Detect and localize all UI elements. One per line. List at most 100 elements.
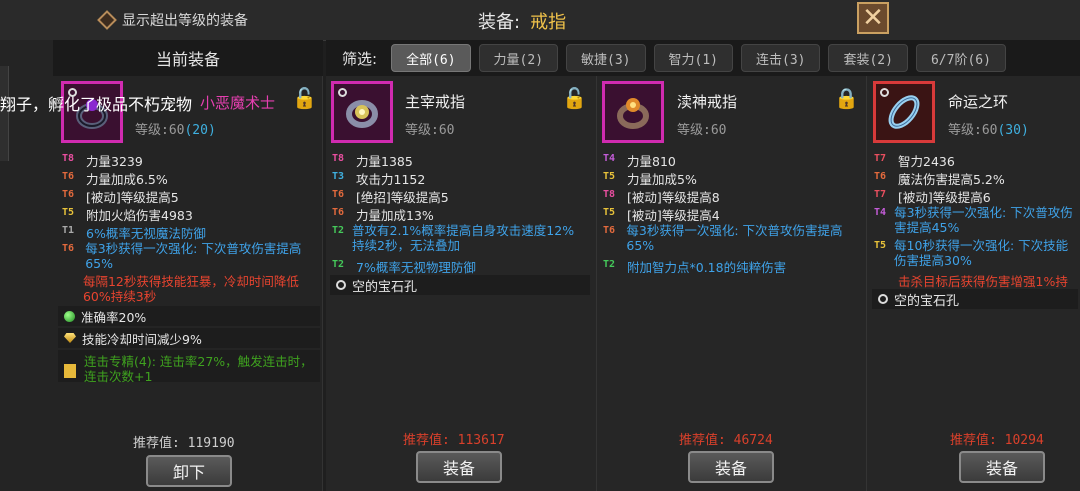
ring-icon (617, 98, 649, 129)
stat-text: 普攻有2.1%概率提高自身攻击速度12%持续2秒，无法叠加 (352, 223, 575, 253)
set-book-icon (64, 364, 76, 378)
current-stat-0: T8 力量3239 (62, 151, 143, 170)
unequip-button[interactable]: 卸下 (146, 455, 232, 487)
stat-tier: T6 (332, 189, 345, 200)
stat-tier: T3 (332, 171, 345, 182)
current-level-bonus: (20) (184, 123, 216, 138)
stat-tier: T6 (62, 189, 75, 200)
stat-text: 7%概率无视物理防御 (356, 260, 476, 275)
filter-bar: 筛选: 全部(6) 力量(2) 敏捷(3) 智力(1) 连击(3) 套装(2) … (326, 40, 1080, 76)
stat-text: 每3秒获得一次强化: 下次普攻伤害提高65% (626, 223, 843, 253)
show-higher-level-toggle[interactable]: 显示超出等级的装备 (97, 10, 248, 30)
gem-row-accuracy[interactable]: 准确率20% (58, 306, 320, 326)
stat-tier: T6 (62, 171, 75, 182)
stat-tier: T1 (62, 225, 75, 236)
current-stat-2: T6 [被动]等级提高5 (62, 187, 179, 206)
unlock-icon[interactable]: 🔓 (562, 86, 587, 110)
stat-text: 力量加成5% (627, 172, 697, 187)
stat-text: [绝招]等级提高5 (356, 190, 449, 205)
stat-tier: T5 (62, 207, 75, 218)
current-stat-3: T5 附加火焰伤害4983 (62, 205, 193, 224)
current-item-level: 等级:60(20) (135, 119, 216, 138)
current-stat-5: T6 每3秒获得一次强化: 下次普攻伤害提高65% (62, 241, 317, 271)
card3-equip-button[interactable]: 装备 (959, 451, 1045, 483)
card3-name: 命运之环 (948, 93, 1009, 111)
stat-text: 力量加成6.5% (86, 172, 168, 187)
stat-text: 每3秒获得一次强化: 下次普攻伤害提高65% (85, 241, 302, 271)
stat-tier: T8 (603, 189, 616, 200)
current-stat-4: T1 6%概率无视魔法防御 (62, 223, 206, 242)
page-title: 装备: 戒指 (478, 8, 566, 34)
card2-name: 渎神戒指 (677, 93, 738, 111)
ring-icon (888, 95, 920, 129)
card3-item-icon[interactable] (873, 81, 935, 143)
unlock-icon[interactable]: 🔓 (292, 86, 317, 110)
title-value: 戒指 (530, 12, 567, 33)
stat-tier: T4 (603, 153, 616, 164)
card1-item-icon[interactable] (331, 81, 393, 143)
stat-text: 击杀目标后获得伤害增强1%持 (898, 274, 1068, 289)
stat-text: 每3秒获得一次强化: 下次普攻伤害提高45% (894, 205, 1073, 235)
gem-row-cooldown[interactable]: 技能冷却时间减少9% (58, 328, 320, 348)
filter-set[interactable]: 套装(2) (828, 44, 908, 72)
diamond-checkbox-icon[interactable] (97, 10, 117, 30)
card2-stat-5: T2 附加智力点*0.18的纯粹伤害 (603, 257, 786, 276)
stat-text: 每10秒获得一次强化: 下次技能伤害提高30% (894, 238, 1069, 268)
filter-intellect[interactable]: 智力(1) (653, 44, 733, 72)
close-x-icon[interactable]: ✕ (862, 5, 884, 31)
stat-tier: T5 (874, 240, 887, 251)
filter-combo[interactable]: 连击(3) (741, 44, 821, 72)
stat-tier: T6 (603, 225, 616, 236)
stat-tier: T2 (603, 259, 616, 270)
filter-tier[interactable]: 6/7阶(6) (915, 44, 1006, 72)
ring-icon (346, 100, 378, 128)
set-bonus-row: 连击专精(4): 连击率27%，触发连击时，连击次数+1 (58, 350, 320, 384)
card2-level: 等级:60 (677, 123, 727, 138)
broadcast-message: 翔子，孵化了极品不朽宠物 (0, 95, 193, 114)
card2-stat-2: T8 [被动]等级提高8 (603, 187, 720, 206)
stat-text: 力量加成13% (356, 208, 434, 223)
show-higher-level-label: 显示超出等级的装备 (122, 13, 248, 29)
card2-item-icon[interactable] (602, 81, 664, 143)
socket-text: 空的宝石孔 (352, 279, 418, 295)
stat-tier: T6 (332, 207, 345, 218)
stat-tier: T8 (62, 153, 75, 164)
stat-text: [被动]等级提高6 (898, 190, 991, 205)
stat-text: 附加火焰伤害4983 (86, 208, 193, 223)
green-gem-icon (64, 310, 75, 322)
filter-all[interactable]: 全部(6) (391, 44, 471, 72)
card1-stat-4: T2 普攻有2.1%概率提高自身攻击速度12%持续2秒，无法叠加 (332, 223, 582, 253)
stat-text: 魔法伤害提高5.2% (898, 172, 1005, 187)
top-bar: 显示超出等级的装备 装备: 戒指 ✕ (0, 0, 1080, 41)
card1-equip-button[interactable]: 装备 (416, 451, 502, 483)
stat-text: 6%概率无视魔法防御 (86, 226, 206, 241)
title-label: 装备: (478, 12, 521, 33)
card3-stat-0: T7 智力2436 (874, 151, 955, 170)
stat-tier (62, 274, 75, 304)
filter-agility[interactable]: 敏捷(3) (566, 44, 646, 72)
stat-tier: T6 (874, 171, 887, 182)
lock-icon[interactable]: 🔒 (834, 86, 859, 110)
stat-tier: T7 (874, 189, 887, 200)
current-recommend-value: 推荐值: 119190 (133, 436, 235, 451)
socket-text: 空的宝石孔 (894, 293, 960, 309)
stat-tier: T6 (62, 243, 75, 254)
card2-stat-3: T5 [被动]等级提高4 (603, 205, 720, 224)
stat-tier (874, 271, 890, 290)
card2-stat-4: T6 每3秒获得一次强化: 下次普攻伤害提高65% (603, 223, 861, 253)
card3-stat-2: T7 [被动]等级提高6 (874, 187, 991, 206)
stat-text: 力量1385 (356, 154, 413, 169)
gem-text: 准确率20% (81, 309, 147, 325)
stat-tier: T2 (332, 259, 345, 270)
current-stat-6: 每隔12秒获得技能狂暴，冷却时间降低60%持续3秒 (62, 274, 317, 304)
empty-socket-icon (878, 294, 888, 304)
stat-text: 智力2436 (898, 154, 955, 169)
close-button[interactable]: ✕ (857, 2, 889, 34)
filter-label: 筛选: (342, 49, 378, 68)
card2-recommend-value: 推荐值: 46724 (679, 433, 773, 448)
pet-name: 小恶魔术士 (200, 94, 276, 112)
card2-stat-1: T5 力量加成5% (603, 169, 697, 188)
card2-equip-button[interactable]: 装备 (688, 451, 774, 483)
card3-stat-3: T4 每3秒获得一次强化: 下次普攻伤害提高45% (874, 205, 1078, 235)
filter-strength[interactable]: 力量(2) (478, 44, 559, 72)
